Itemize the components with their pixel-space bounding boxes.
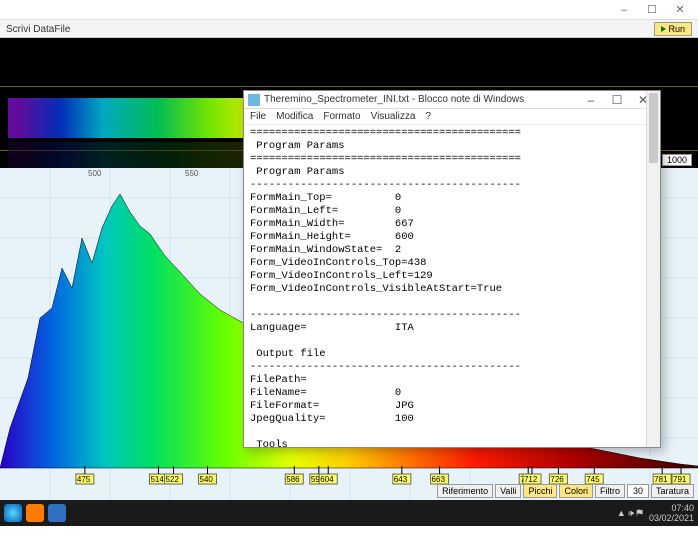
tray-icons[interactable]: ▲ 🕪 ⚑ [617,508,643,519]
wavelength-marker-label: 586 [286,475,300,484]
wavelength-marker-label: 475 [77,475,91,484]
graph-button-row: Riferimento Valli Picchi Colori Filtro T… [437,484,694,498]
wavelength-marker-label: 663 [432,475,446,484]
menu-help[interactable]: ? [425,111,431,122]
windows-taskbar[interactable]: ▲ 🕪 ⚑ 07:40 03/02/2021 [0,500,698,526]
wavelength-marker-label: 540 [200,475,214,484]
colori-button[interactable]: Colori [559,484,593,498]
svg-text:550: 550 [185,169,199,178]
menu-edit[interactable]: Modifica [276,111,313,122]
notepad-window[interactable]: Theremino_Spectrometer_INI.txt - Blocco … [243,90,661,448]
wavelength-marker-label: 514 [150,475,164,484]
notepad-menubar: File Modifica Formato Visualizza ? [244,109,660,125]
wavelength-marker-label: 712 [524,475,538,484]
menu-view[interactable]: Visualizza [371,111,416,122]
taratura-button[interactable]: Taratura [651,484,694,498]
wavelength-marker-label: 745 [586,475,600,484]
write-datafile-button[interactable]: Scrivi DataFile [6,24,70,35]
wavelength-marker-label: 791 [673,475,687,484]
task-icon-1[interactable] [26,504,44,522]
filtro-value-input[interactable] [627,484,649,498]
wavelength-marker-label: 781 [654,475,668,484]
valli-button[interactable]: Valli [495,484,521,498]
wavelength-marker-label: 643 [394,475,408,484]
notepad-maximize-button[interactable]: ☐ [604,92,630,108]
filtro-label: Filtro [595,484,625,498]
run-button[interactable]: Run [654,22,692,36]
wavelength-marker-label: 604 [320,475,334,484]
minimize-button[interactable]: – [610,2,638,18]
menu-format[interactable]: Formato [323,111,360,122]
menu-file[interactable]: File [250,111,266,122]
wavelength-marker-label: 522 [166,475,180,484]
notepad-scrollbar[interactable] [646,91,660,447]
toolbar: Scrivi DataFile Run [0,20,698,38]
close-button[interactable]: ✕ [666,2,694,18]
main-titlebar: – ☐ ✕ [0,0,698,20]
start-button[interactable] [4,504,22,522]
picchi-button[interactable]: Picchi [523,484,557,498]
wavelength-marker-label: 726 [550,475,564,484]
max-value-field[interactable]: 1000 [662,154,692,166]
notepad-textarea[interactable]: ========================================… [244,125,660,447]
scrollbar-thumb[interactable] [649,93,658,163]
notepad-minimize-button[interactable]: – [578,92,604,108]
task-icon-2[interactable] [48,504,66,522]
notepad-icon [248,94,260,106]
clock-time: 07:40 [649,503,694,513]
riferimento-button[interactable]: Riferimento [437,484,493,498]
maximize-button[interactable]: ☐ [638,2,666,18]
notepad-titlebar[interactable]: Theremino_Spectrometer_INI.txt - Blocco … [244,91,660,109]
notepad-title-text: Theremino_Spectrometer_INI.txt - Blocco … [264,94,524,105]
clock-date: 03/02/2021 [649,513,694,523]
play-icon [661,26,666,32]
svg-text:500: 500 [88,169,102,178]
